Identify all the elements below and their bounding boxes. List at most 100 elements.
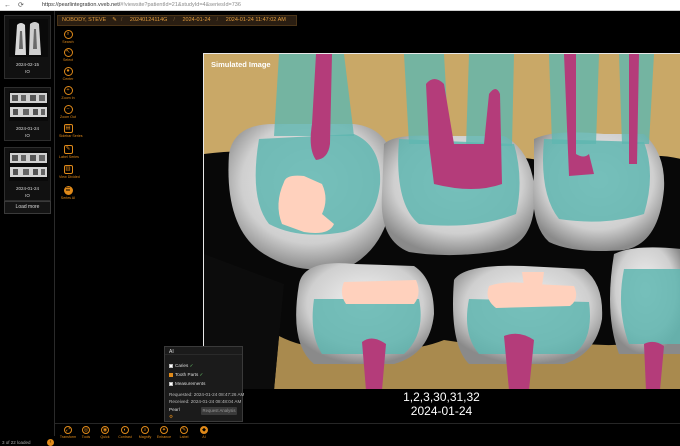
url-host: https://pearlintegration.vveb.net/ [42,2,121,8]
patient-id: 20240124114G [129,17,168,23]
xray-thumbnail-icon [9,151,48,181]
tool-center[interactable]: ● Center [59,67,77,81]
check-icon: ✓ [189,363,194,368]
tool-enhance[interactable]: ✦ Enhance [154,426,174,439]
received-time: Received: 2024-01-24 08:48:04 AM [169,399,242,404]
xray-image [204,54,680,389]
caries-checkbox[interactable] [169,363,173,368]
tool-label: Transform [59,435,77,439]
study-thumbnail[interactable]: 2024-02-15 IO [4,15,51,79]
tool-label: Series AI [60,196,76,200]
image-viewport[interactable]: Simulated Image [203,53,680,389]
magnify-icon: ⌕ [141,426,149,434]
caries-label: Caries [175,363,189,368]
edit-icon[interactable]: ✎ [112,17,117,23]
caries-toggle[interactable]: Caries ✓ [169,363,193,369]
label-icon: ✎ [180,426,188,434]
study-date: 2024-01-24 [15,126,40,131]
xray-thumbnail-icon [9,91,48,121]
quick-icon: ◉ [101,426,109,434]
teeth-numbers: 1,2,3,30,31,32 [403,390,480,404]
ai-panel: AI Caries ✓ Tooth Parts ✓ Measurements R… [164,346,244,422]
separator: / [216,17,219,23]
study-thumbnail[interactable]: 2024-01-24 IO [4,147,51,201]
tooth-parts-toggle[interactable]: Tooth Parts ✓ [169,372,203,378]
study-list: 2024-02-15 IO 2024-01-24 IO 2024-01-24 I… [0,11,55,436]
tool-label: View Divided [59,175,80,179]
series-datetime-crumb[interactable]: 2024-01-24 11:47:02 AM [226,17,286,23]
study-site: IO [25,133,30,138]
study-date-crumb[interactable]: 2024-01-24 [182,17,210,23]
tool-quick[interactable]: ◉ Quick [95,426,115,439]
tool-label: Zoom In [61,96,75,100]
simulated-image-label: Simulated Image [211,60,271,69]
sidebar-icon: ▤ [63,124,73,133]
measurements-label: Measurements [175,381,206,386]
contrast-icon: ◐ [121,426,129,434]
url-path: #!viewsite?patientId=21&studyId=4&series… [120,2,241,8]
patient-header: NOBODY, STEVE ✎/ 20240124114G/ 2024-01-24… [57,15,297,26]
tool-label: Quick [100,435,110,439]
zoom-in-icon: + [63,86,73,95]
load-more-button[interactable]: Load more [4,201,51,214]
tool-label: Label [179,435,189,439]
tool-transform[interactable]: ⤢ Transform [58,426,78,439]
tool-label-series[interactable]: ✎ Label Series [59,145,79,159]
tool-view-divided[interactable]: ▥ View Divided [59,165,80,179]
provider-name: Pearl [169,407,180,412]
measurements-toggle[interactable]: Measurements [169,381,205,386]
ai-icon: ☰ [63,186,73,195]
image-date: 2024-01-24 [410,404,473,418]
tool-magnify[interactable]: ⌕ Magnify [135,426,155,439]
tools-icon: ◎ [82,426,90,434]
tool-label: Contrast [118,435,132,439]
tool-label-bottom[interactable]: ✎ Label [174,426,194,439]
tool-search[interactable]: ⌕ Search [59,30,77,44]
check-icon: ✓ [199,372,204,377]
split-icon: ▥ [63,165,73,174]
tool-label: Tools [81,435,91,439]
tool-label: Magnify [138,435,152,439]
bottom-toolbar: ⤢ Transform ◎ Tools ◉ Quick ◐ Contrast ⌕ Magn… [55,423,680,440]
target-icon: ● [63,67,73,76]
collapse-icon[interactable]: ‹ [47,439,54,446]
address-bar[interactable]: https://pearlintegration.vveb.net/#!view… [42,1,542,10]
tooth-parts-checkbox[interactable] [169,372,173,377]
tool-label: Label Series [59,155,79,159]
tooth-parts-label: Tooth Parts [175,372,199,377]
enhance-icon: ✦ [160,426,168,434]
refresh-icon[interactable]: ⟳ [18,1,24,10]
image-caption: 1,2,3,30,31,32 2024-01-24 [203,390,680,418]
cursor-icon: ↖ [63,48,73,57]
tool-select[interactable]: ↖ Select [59,48,77,62]
tool-zoom-in[interactable]: + Zoom In [59,86,77,100]
xray-thumbnail-icon [9,19,48,57]
loaded-count: 3 of 22 loaded [2,440,31,445]
search-icon: ⌕ [63,30,73,39]
tool-series-ai[interactable]: ☰ Series AI [59,186,77,200]
tool-label: AI [202,435,206,439]
tool-label: Sidebar Series [59,134,83,138]
ai-icon: ◆ [200,426,208,434]
study-date: 2024-01-24 [15,186,40,191]
measurements-checkbox[interactable] [169,381,173,386]
study-date: 2024-02-15 [15,62,40,67]
tool-label: Search [62,40,74,44]
study-thumbnail[interactable]: 2024-01-24 IO [4,87,51,141]
tool-label: Center [62,77,74,81]
study-site: IO [25,193,30,198]
request-analysis-button[interactable]: Request Analysis [201,407,237,415]
tool-zoom-out[interactable]: − Zoom Out [59,105,77,119]
label-icon: ✎ [63,145,73,154]
tool-contrast[interactable]: ◐ Contrast [115,426,135,439]
back-icon[interactable]: ← [4,1,11,10]
tool-sidebar-series[interactable]: ▤ Sidebar Series [59,124,83,138]
provider-flag-icon: ⚙ [169,414,174,419]
tool-tools[interactable]: ◎ Tools [76,426,96,439]
tool-label: Enhance [156,435,172,439]
browser-bar: ← ⟳ https://pearlintegration.vveb.net/#!… [0,0,680,11]
tool-label: Zoom Out [60,115,76,119]
tool-ai[interactable]: ◆ AI [194,426,214,439]
transform-icon: ⤢ [64,426,72,434]
patient-name: NOBODY, STEVE [62,17,107,23]
